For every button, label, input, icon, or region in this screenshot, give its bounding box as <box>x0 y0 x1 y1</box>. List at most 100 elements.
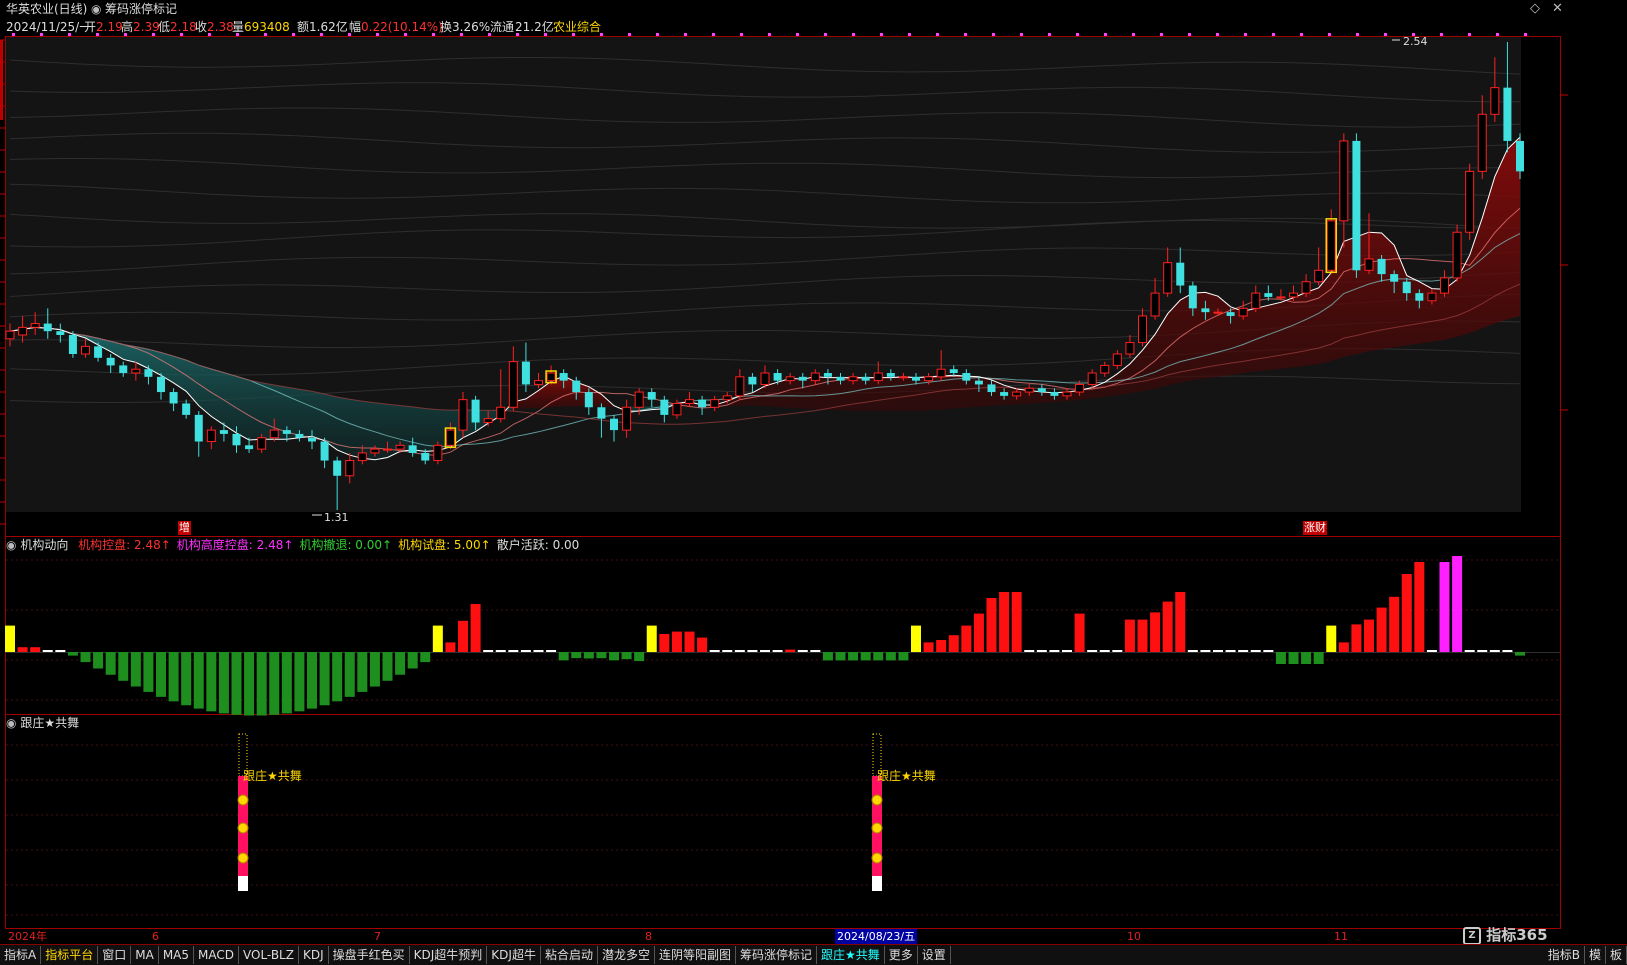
institution-bar <box>659 634 669 652</box>
candle-body <box>1239 308 1247 316</box>
institution-bar <box>685 632 695 652</box>
institution-bar <box>206 652 216 711</box>
tab-0[interactable]: 指标A <box>0 946 41 964</box>
candle-body <box>1113 354 1121 365</box>
institution-bar <box>596 652 606 658</box>
institution-bar <box>1326 626 1336 652</box>
institution-bar <box>559 652 569 660</box>
tab-6[interactable]: VOL-BLZ <box>239 946 299 964</box>
tab-14[interactable]: 筹码涨停标记 <box>736 946 817 964</box>
candle-body <box>333 461 341 476</box>
candle-body <box>56 331 64 335</box>
candle-body <box>1176 263 1184 286</box>
tab-4[interactable]: MA5 <box>159 946 194 964</box>
tab-17[interactable]: 设置 <box>918 946 951 964</box>
candle-body <box>295 434 303 438</box>
top-dot <box>684 33 687 36</box>
top-dot <box>1020 33 1023 36</box>
top-dot <box>1244 33 1247 36</box>
institution-bar <box>1465 650 1475 652</box>
institution-bar <box>974 614 984 652</box>
tab-13[interactable]: 连阴等阳副图 <box>655 946 736 964</box>
institution-bar <box>1452 556 1462 652</box>
institution-bar <box>760 650 770 652</box>
candle-body <box>648 392 656 400</box>
candle-body <box>1352 141 1360 270</box>
candle-body <box>837 377 845 381</box>
institution-bar <box>1100 650 1110 652</box>
institution-bar <box>357 652 367 692</box>
institution-bar <box>773 650 783 652</box>
candle-body <box>686 400 694 404</box>
institution-bar <box>1377 608 1387 652</box>
tab-5[interactable]: MACD <box>194 946 239 964</box>
candle-body <box>1139 316 1147 343</box>
tab-right-1[interactable]: 模 <box>1585 946 1606 964</box>
institution-bar <box>1301 652 1311 664</box>
top-dot <box>964 33 967 36</box>
money-bag-icon <box>872 795 882 805</box>
candle-body <box>1453 232 1461 278</box>
candle-body <box>220 430 228 434</box>
institution-bar <box>1414 562 1424 652</box>
candle-body <box>245 445 253 449</box>
candle-body <box>6 331 14 339</box>
candle-body <box>761 373 769 384</box>
institution-bar <box>1125 620 1135 652</box>
institution-bar <box>785 650 795 652</box>
top-dot <box>740 33 743 36</box>
top-dot <box>656 33 659 36</box>
top-dot <box>180 33 183 36</box>
tab-15[interactable]: 跟庄★共舞 <box>817 946 885 964</box>
candle-body <box>207 430 215 441</box>
institution-bar <box>458 621 468 652</box>
institution-bar <box>383 652 393 681</box>
candle-body <box>1315 270 1323 281</box>
low-price-marker: 1.31 <box>324 510 349 526</box>
institution-bar <box>1314 652 1324 664</box>
candle-body <box>547 373 555 381</box>
tab-right-0[interactable]: 指标B <box>1544 946 1585 964</box>
tab-10[interactable]: KDJ超牛 <box>487 946 541 964</box>
candle-body <box>472 400 480 423</box>
follow-signal-label-2: 跟庄★共舞 <box>877 768 936 784</box>
tab-7[interactable]: KDJ <box>299 946 329 964</box>
panel2-toggle-icon[interactable]: ◉ <box>6 538 16 552</box>
candle-body <box>1428 293 1436 301</box>
institution-bar <box>911 626 921 652</box>
institution-bar <box>1049 650 1059 652</box>
date-label: 6 <box>152 929 159 944</box>
institution-bar <box>1477 650 1487 652</box>
chart-canvas[interactable] <box>0 0 1627 964</box>
tab-2[interactable]: 窗口 <box>98 946 131 964</box>
tab-9[interactable]: KDJ超牛预判 <box>410 946 488 964</box>
top-dot <box>796 33 799 36</box>
top-dot <box>432 33 435 36</box>
institution-bar <box>408 652 418 668</box>
tab-8[interactable]: 操盘手红色买 <box>329 946 410 964</box>
panel3-toggle-icon[interactable]: ◉ <box>6 716 16 730</box>
follow-signal-label-1: 跟庄★共舞 <box>243 768 302 784</box>
candle-body <box>912 377 920 381</box>
panel2-legend: 机构控盘: 2.48↑ 机构高度控盘: 2.48↑ 机构撤退: 0.00↑ 机构试盘:… <box>72 538 579 552</box>
candle-body <box>849 377 857 381</box>
date-label: 10 <box>1127 929 1141 944</box>
candle-body <box>623 407 631 430</box>
tab-3[interactable]: MA <box>131 946 159 964</box>
candle-body <box>132 369 140 373</box>
tab-right-2[interactable]: 板 <box>1606 946 1627 964</box>
top-dot <box>1356 33 1359 36</box>
candle-body <box>409 445 417 453</box>
institution-bar <box>156 652 166 697</box>
tab-1[interactable]: 指标平台 <box>41 946 98 964</box>
institution-bar <box>106 652 116 675</box>
candle-body <box>484 419 492 423</box>
top-dot <box>348 33 351 36</box>
tab-12[interactable]: 潜龙多空 <box>598 946 655 964</box>
top-dot <box>1300 33 1303 36</box>
institution-bar <box>18 647 28 652</box>
institution-bar <box>370 652 380 687</box>
panel2-legend-item: 散户活跃: 0.00 <box>497 538 580 552</box>
tab-16[interactable]: 更多 <box>885 946 918 964</box>
tab-11[interactable]: 粘合启动 <box>541 946 598 964</box>
